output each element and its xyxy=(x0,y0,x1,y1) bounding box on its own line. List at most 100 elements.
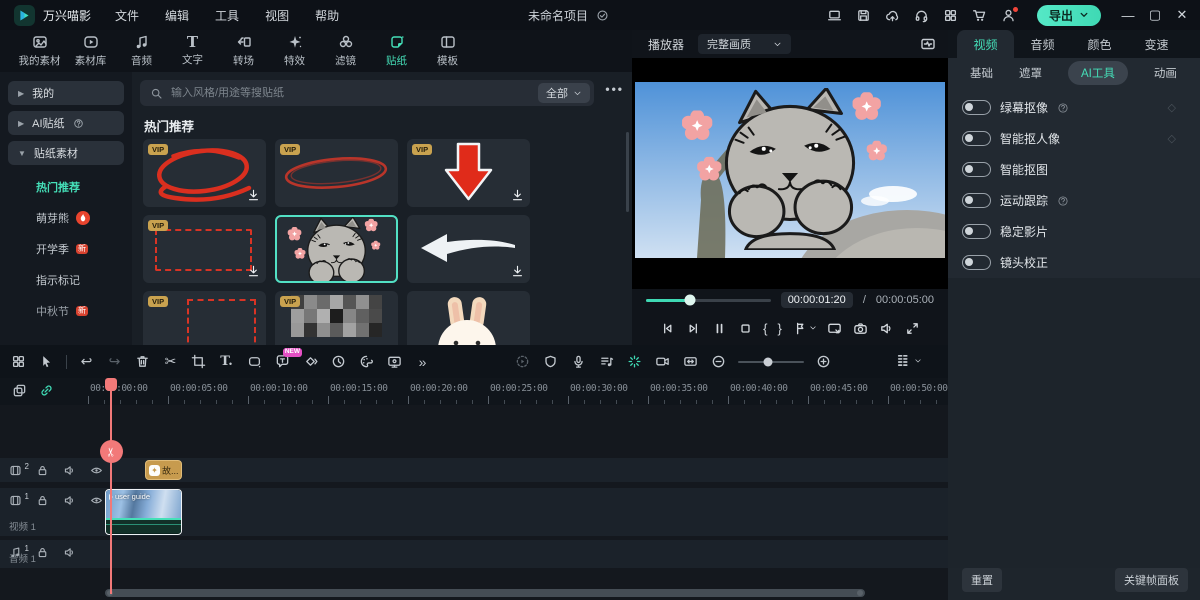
link-clips-icon[interactable] xyxy=(39,383,54,398)
sticker-card-dashed-rect-2[interactable]: VIP xyxy=(143,291,266,345)
menu-edit[interactable]: 编辑 xyxy=(165,7,189,24)
sticker-card-mosaic[interactable]: VIP xyxy=(275,291,398,345)
tab-audio[interactable]: 音频 xyxy=(116,30,167,72)
reset-button[interactable]: 重置 xyxy=(962,568,1002,592)
tab-text[interactable]: T文字 xyxy=(167,30,218,72)
subtab-basic[interactable]: 基础 xyxy=(970,65,993,81)
menu-tools[interactable]: 工具 xyxy=(215,7,239,24)
sticker-card-dashed-rect[interactable]: VIP xyxy=(143,215,266,283)
download-icon[interactable] xyxy=(510,264,525,279)
smart-cutout-toggle[interactable] xyxy=(962,162,991,177)
tab-video[interactable]: 视频 xyxy=(957,30,1014,58)
lock-icon[interactable] xyxy=(35,463,49,477)
speed-tool-icon[interactable] xyxy=(330,353,347,370)
sticker-card-scribble-circle[interactable]: VIP xyxy=(143,139,266,207)
timeline-zoom-slider[interactable] xyxy=(738,361,804,363)
cloud-upload-icon[interactable] xyxy=(884,6,902,24)
search-input[interactable] xyxy=(171,87,530,99)
subtab-ai-tools[interactable]: AI工具 xyxy=(1068,61,1128,85)
screen-record-icon[interactable] xyxy=(386,353,403,370)
sidebar-group-sticker-assets[interactable]: ▼贴纸素材 xyxy=(8,141,124,165)
tab-transition[interactable]: 转场 xyxy=(218,30,269,72)
motion-tracking-toggle[interactable] xyxy=(962,193,991,208)
keyframe-panel-button[interactable]: 关键帧面板 xyxy=(1115,568,1188,592)
next-frame-button[interactable] xyxy=(685,320,701,336)
sidebar-item-hot[interactable]: 热门推荐 xyxy=(8,171,124,202)
tab-effects[interactable]: 特效 xyxy=(269,30,320,72)
zoom-in-icon[interactable] xyxy=(815,353,832,370)
green-screen-toggle[interactable] xyxy=(962,100,991,115)
snapshot-frames-icon[interactable] xyxy=(12,383,27,398)
snapshot-button[interactable] xyxy=(853,320,869,336)
tab-color[interactable]: 颜色 xyxy=(1071,30,1128,58)
sticker-card-arrow-down[interactable]: VIP xyxy=(407,139,530,207)
more-tools-icon[interactable]: » xyxy=(414,353,431,370)
playback-quality-dropdown[interactable]: 完整画质 xyxy=(698,34,791,54)
layout-icon[interactable] xyxy=(826,6,844,24)
tab-templates[interactable]: 模板 xyxy=(422,30,473,72)
media-browser-icon[interactable] xyxy=(10,353,27,370)
portrait-cutout-toggle[interactable] xyxy=(962,131,991,146)
sidebar-group-mine[interactable]: ▶我的 xyxy=(8,81,124,105)
tab-stickers[interactable]: 贴纸 xyxy=(371,30,422,72)
stop-button[interactable] xyxy=(737,320,753,336)
shield-icon[interactable] xyxy=(542,353,559,370)
tab-speed[interactable]: 变速 xyxy=(1128,30,1185,58)
voiceover-mic-icon[interactable] xyxy=(570,353,587,370)
track-manager-button[interactable] xyxy=(895,353,922,368)
filter-all-dropdown[interactable]: 全部 xyxy=(538,83,590,103)
mute-speaker-icon[interactable] xyxy=(62,545,76,559)
save-icon[interactable] xyxy=(855,6,873,24)
tab-my-media[interactable]: 我的素材 xyxy=(14,30,65,72)
preview-quality-icon[interactable] xyxy=(654,353,671,370)
previous-frame-button[interactable] xyxy=(659,320,675,336)
subtab-mask[interactable]: 遮罩 xyxy=(1019,65,1042,81)
sidebar-item-indicator-marks[interactable]: 指示标记 xyxy=(8,264,124,295)
tab-filters[interactable]: 滤镜 xyxy=(320,30,371,72)
subtab-animation[interactable]: 动画 xyxy=(1154,65,1177,81)
add-text-icon[interactable]: T. xyxy=(218,353,235,370)
keyframe-tool-icon[interactable] xyxy=(302,353,319,370)
color-palette-icon[interactable] xyxy=(358,353,375,370)
pause-button[interactable] xyxy=(711,320,727,336)
download-icon[interactable] xyxy=(246,188,261,203)
store-cart-icon[interactable] xyxy=(971,6,989,24)
sticker-card-rabbit[interactable] xyxy=(407,291,530,345)
lock-icon[interactable] xyxy=(35,493,49,507)
zoom-slider-handle[interactable] xyxy=(763,357,772,366)
sticker-card-arrow-left[interactable] xyxy=(407,215,530,283)
sticker-card-cat-flowers[interactable] xyxy=(275,215,398,283)
video-preview[interactable] xyxy=(632,58,948,289)
download-icon[interactable] xyxy=(246,264,261,279)
sticker-card-brush-ellipse[interactable]: VIP xyxy=(275,139,398,207)
timeline-horizontal-scrollbar[interactable] xyxy=(105,589,865,597)
timeline-ruler[interactable]: 00:00:00:00 00:00:05:00 00:00:10:00 00:0… xyxy=(0,378,948,405)
split-scissors-icon[interactable]: ✂ xyxy=(162,353,179,370)
help-icon[interactable] xyxy=(1057,102,1069,114)
support-headset-icon[interactable] xyxy=(913,6,931,24)
apps-grid-icon[interactable] xyxy=(942,6,960,24)
menu-file[interactable]: 文件 xyxy=(115,7,139,24)
sidebar-group-ai-sticker[interactable]: ▶AI贴纸 xyxy=(8,111,124,135)
sticker-clip[interactable]: ✦ 故... xyxy=(145,460,182,480)
fit-timeline-icon[interactable] xyxy=(682,353,699,370)
stabilization-toggle[interactable] xyxy=(962,224,991,239)
marker-button[interactable] xyxy=(792,321,817,336)
monitor-pulse-icon[interactable] xyxy=(920,36,936,52)
eye-icon[interactable] xyxy=(89,493,103,507)
undo-icon[interactable]: ↩ xyxy=(78,353,95,370)
mute-speaker-icon[interactable] xyxy=(62,493,76,507)
close-button[interactable]: ✕ xyxy=(1174,7,1190,23)
maximize-button[interactable]: ▢ xyxy=(1147,7,1163,23)
zoom-out-icon[interactable] xyxy=(710,353,727,370)
sidebar-item-back-to-school[interactable]: 开学季新 xyxy=(8,233,124,264)
mark-in-button[interactable]: { xyxy=(763,321,767,336)
quick-split-mode-icon[interactable] xyxy=(626,353,643,370)
keyframe-diamond-icon[interactable]: ◇ xyxy=(1168,101,1176,114)
mirror-screen-button[interactable] xyxy=(827,320,843,336)
tab-stock-library[interactable]: 素材库 xyxy=(65,30,116,72)
seek-handle[interactable] xyxy=(684,295,695,306)
keyframe-diamond-icon[interactable]: ◇ xyxy=(1168,132,1176,145)
minimize-button[interactable]: — xyxy=(1120,8,1136,23)
volume-button[interactable] xyxy=(879,320,895,336)
